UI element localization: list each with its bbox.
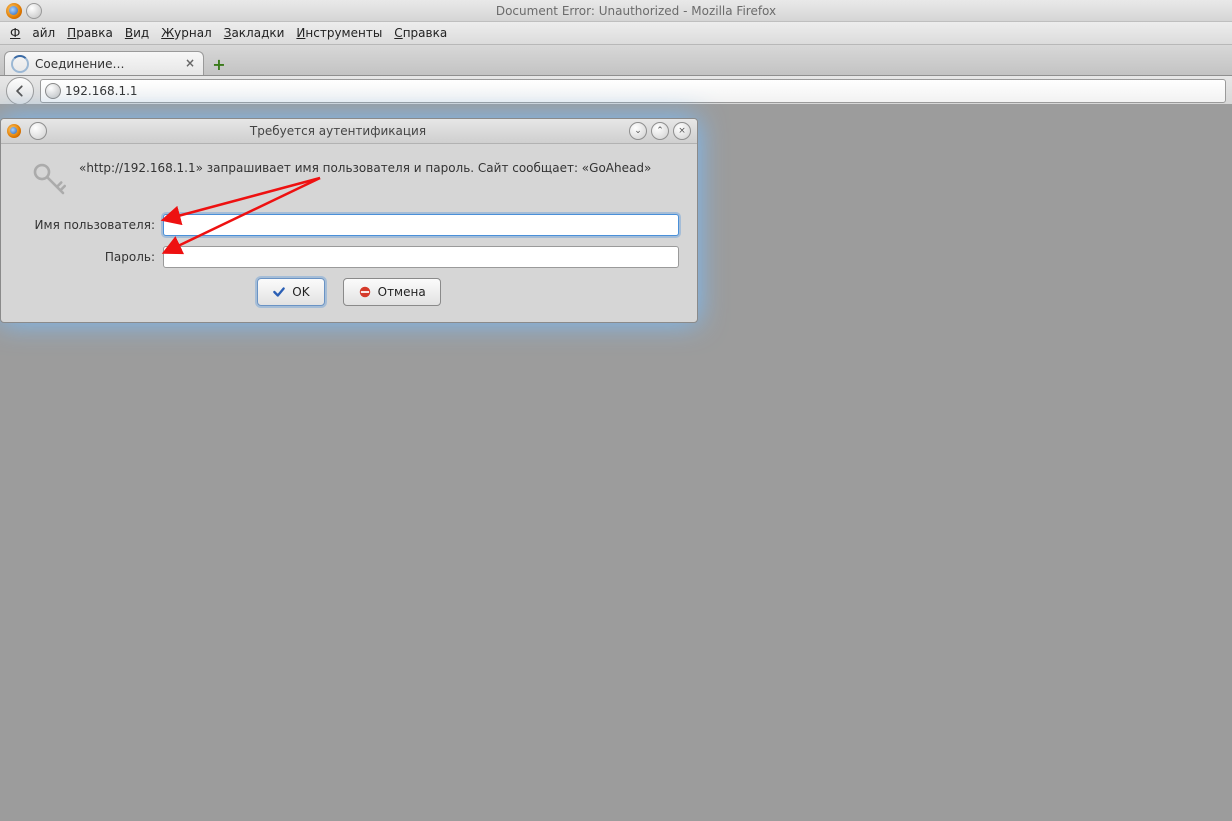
window-menu-button[interactable] bbox=[26, 3, 42, 19]
navigation-toolbar: 192.168.1.1 bbox=[0, 76, 1232, 107]
tab-title: Соединение… bbox=[35, 57, 183, 71]
menu-tools[interactable]: Инструменты bbox=[296, 26, 382, 40]
dialog-titlebar[interactable]: Требуется аутентификация ⌄ ⌃ × bbox=[1, 119, 697, 144]
menu-file[interactable]: Файл bbox=[10, 26, 55, 40]
username-input[interactable] bbox=[163, 214, 679, 236]
firefox-icon bbox=[7, 124, 21, 138]
menu-view[interactable]: Вид bbox=[125, 26, 149, 40]
check-icon bbox=[272, 285, 286, 299]
window-titlebar: Document Error: Unauthorized - Mozilla F… bbox=[0, 0, 1232, 22]
menubar: Файл Правка Вид Журнал Закладки Инструме… bbox=[0, 22, 1232, 45]
firefox-icon bbox=[6, 3, 22, 19]
dialog-close-button[interactable]: × bbox=[673, 122, 691, 140]
key-icon bbox=[19, 158, 79, 200]
dialog-maximize-button[interactable]: ⌃ bbox=[651, 122, 669, 140]
dialog-minimize-button[interactable]: ⌄ bbox=[629, 122, 647, 140]
address-bar[interactable]: 192.168.1.1 bbox=[40, 79, 1226, 103]
url-text: 192.168.1.1 bbox=[65, 84, 138, 98]
window-title: Document Error: Unauthorized - Mozilla F… bbox=[46, 4, 1226, 18]
password-label: Пароль: bbox=[19, 250, 155, 264]
auth-dialog: Требуется аутентификация ⌄ ⌃ × «http://1… bbox=[0, 118, 698, 323]
ok-label: OK bbox=[292, 285, 309, 299]
username-label: Имя пользователя: bbox=[19, 218, 155, 232]
tab-close-button[interactable]: × bbox=[183, 57, 197, 71]
globe-icon bbox=[45, 83, 61, 99]
new-tab-button[interactable]: + bbox=[206, 53, 232, 75]
menu-help[interactable]: Справка bbox=[394, 26, 447, 40]
ok-button[interactable]: OK bbox=[257, 278, 324, 306]
tab-strip: Соединение… × + bbox=[0, 45, 1232, 76]
arrow-left-icon bbox=[13, 84, 27, 98]
back-button[interactable] bbox=[6, 77, 34, 105]
dialog-message: «http://192.168.1.1» запрашивает имя пол… bbox=[79, 158, 679, 176]
cancel-icon bbox=[358, 285, 372, 299]
menu-edit[interactable]: Правка bbox=[67, 26, 113, 40]
menu-bookmarks[interactable]: Закладки bbox=[224, 26, 285, 40]
auth-dialog-wrap: Требуется аутентификация ⌄ ⌃ × «http://1… bbox=[0, 118, 698, 323]
password-input[interactable] bbox=[163, 246, 679, 268]
loading-spinner-icon bbox=[11, 55, 29, 73]
dialog-menu-button[interactable] bbox=[29, 122, 47, 140]
cancel-button[interactable]: Отмена bbox=[343, 278, 441, 306]
cancel-label: Отмена bbox=[378, 285, 426, 299]
dialog-title: Требуется аутентификация bbox=[47, 124, 629, 138]
menu-journal[interactable]: Журнал bbox=[161, 26, 212, 40]
tab-active[interactable]: Соединение… × bbox=[4, 51, 204, 75]
